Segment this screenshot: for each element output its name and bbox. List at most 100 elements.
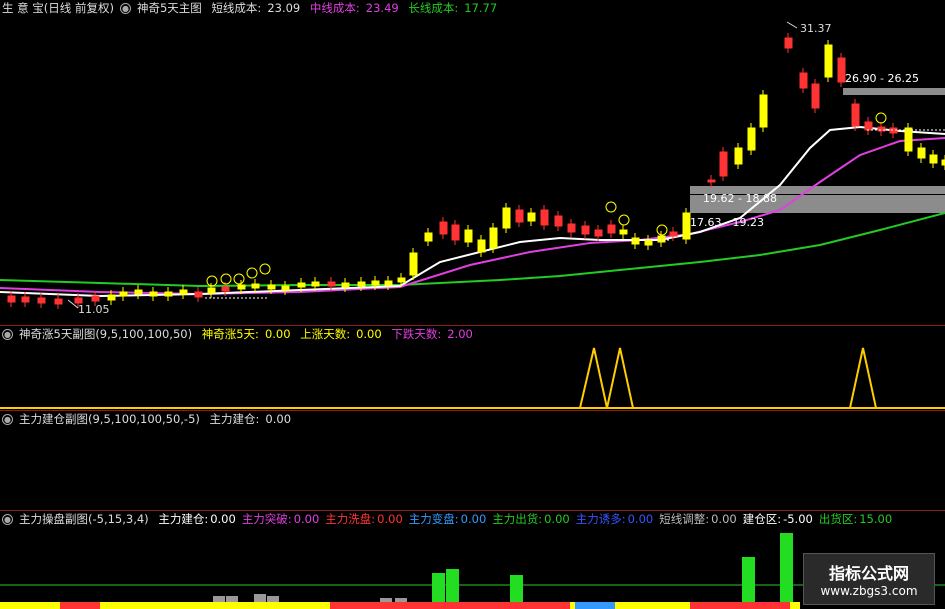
main-chart <box>0 21 945 309</box>
sub3-item-value: 0.00 <box>627 512 654 526</box>
candle-body <box>149 291 158 297</box>
indicator-name: 神奇5天主图 <box>136 1 202 15</box>
sub3-header: ● 主力操盘副图(-5,15,3,4) 主力建仓: 0.00 主力突破: 0.00 主力洗… <box>2 511 898 527</box>
signal-marker-icon <box>605 201 617 213</box>
candle-body <box>489 227 498 249</box>
sub2-a-label: 主力建仓: <box>209 412 260 426</box>
sub2-header: ● 主力建仓副图(9,5,100,100,50,-5) 主力建仓: 0.00 <box>2 411 297 427</box>
candle-body <box>824 44 833 78</box>
long-cost-value: 17.77 <box>464 1 498 15</box>
price-high-label: 31.37 <box>800 22 832 35</box>
candle-body <box>397 277 406 283</box>
candle-body <box>54 298 63 305</box>
sub3-volume-bar <box>780 533 793 602</box>
sub3-base-bar <box>330 602 570 609</box>
candle-body <box>7 295 16 303</box>
sub3-volume-bar <box>446 569 459 602</box>
signal-marker-icon <box>656 224 668 236</box>
candle-body <box>734 147 743 165</box>
candle-body <box>207 287 216 294</box>
main-chart-panel[interactable]: 生 意 宝(日线 前复权) ● 神奇5天主图 短线成本: 23.09 中线成本: 23.… <box>0 0 945 325</box>
candle-body <box>107 294 116 301</box>
candle-body <box>91 295 100 302</box>
sub3-volume-bar <box>510 575 523 602</box>
sub3-volume-bar <box>254 594 266 602</box>
candle-body <box>134 289 143 295</box>
candle-body <box>784 37 793 49</box>
sub1-spike <box>849 347 877 409</box>
high-pointer <box>786 21 798 29</box>
candle-body <box>267 284 276 290</box>
sub2-a-value: 0.00 <box>265 412 292 426</box>
signal-marker-icon <box>246 267 258 279</box>
sub3-item-value: 15.00 <box>859 512 893 526</box>
sub1-spike <box>579 347 634 409</box>
sub3-item-label: 主力洗盘: <box>325 512 376 526</box>
sub3-item-label: 主力突破: <box>241 512 292 526</box>
candle-body <box>237 284 246 290</box>
candle-body <box>631 237 640 245</box>
zone-upper-label: 26.90 - 26.25 <box>845 72 919 85</box>
sub3-item-value: 0.00 <box>377 512 403 526</box>
candle-body <box>799 72 808 89</box>
candle-body <box>515 209 524 223</box>
candle-body <box>619 229 628 235</box>
signal-marker-icon <box>220 273 232 285</box>
candle-body <box>864 121 873 131</box>
signal-marker-icon <box>259 263 271 275</box>
candle-body <box>719 151 728 177</box>
sub3-item-value: 0.00 <box>544 512 570 526</box>
sub3-name: 主力操盘副图(-5,15,3,4) <box>19 512 149 526</box>
sub1-a-value: 0.00 <box>264 327 291 341</box>
candle-body <box>297 282 306 288</box>
sub1-a-label: 神奇涨5天: <box>201 327 259 341</box>
sub-chart-2[interactable]: ● 主力建仓副图(9,5,100,100,50,-5) 主力建仓: 0.00 <box>0 411 945 510</box>
candle-body <box>357 281 366 287</box>
price-low-label: 11.05 <box>78 303 110 316</box>
sub3-item-label: 建仓区: <box>742 512 782 526</box>
long-cost-line <box>0 212 945 288</box>
candle-body <box>682 212 691 240</box>
long-cost-label: 长线成本: <box>408 1 459 15</box>
candle-body <box>251 283 260 289</box>
settings-circle-icon[interactable]: ● <box>2 414 13 425</box>
candle-body <box>21 296 30 303</box>
sub1-header: ● 神奇涨5天副图(9,5,100,100,50) 神奇涨5天: 0.00 上涨天数… <box>2 326 479 342</box>
sub-chart-1[interactable]: ● 神奇涨5天副图(9,5,100,100,50) 神奇涨5天: 0.00 上涨天数… <box>0 326 945 410</box>
candle-body <box>341 282 350 288</box>
sub1-b-label: 上涨天数: <box>300 327 351 341</box>
candle-body <box>311 281 320 287</box>
candle-body <box>409 252 418 276</box>
sub1-name: 神奇涨5天副图(9,5,100,100,50) <box>19 327 193 341</box>
candle-body <box>747 127 756 151</box>
sub1-c-label: 下跌天数: <box>391 327 442 341</box>
signal-marker-icon <box>618 214 630 226</box>
settings-circle-icon[interactable]: ● <box>2 514 13 525</box>
sub3-volume-bar <box>380 598 392 602</box>
short-cost-label: 短线成本: <box>211 1 262 15</box>
sub3-item-value: 0.00 <box>210 512 236 526</box>
candle-body <box>917 147 926 159</box>
sub3-item-value: 0.00 <box>460 512 487 526</box>
candle-body <box>371 280 380 286</box>
signal-marker-icon <box>206 275 218 287</box>
candle-body <box>594 229 603 237</box>
settings-circle-icon[interactable]: ● <box>2 329 13 340</box>
mid-cost-label: 中线成本: <box>309 1 360 15</box>
sub-chart-3[interactable]: ● 主力操盘副图(-5,15,3,4) 主力建仓: 0.00 主力突破: 0.00 主力洗… <box>0 511 945 609</box>
candle-body <box>851 103 860 127</box>
sub1-b-value: 0.00 <box>356 327 382 341</box>
sub3-item-label: 主力出货: <box>492 512 543 526</box>
candle-body <box>179 289 188 295</box>
sub3-item-value: 0.00 <box>711 512 737 526</box>
candle-body <box>581 225 590 235</box>
candle-body <box>554 215 563 227</box>
sub3-volume-bar <box>267 596 279 602</box>
signal-marker-icon <box>233 273 245 285</box>
candle-body <box>502 207 511 229</box>
watermark-badge: 指标公式网 www.zbgs3.com <box>803 553 935 605</box>
sub3-item-label: 主力诱多: <box>575 512 626 526</box>
stock-title: 生 意 宝(日线 前复权) <box>2 1 114 15</box>
sub3-item-value: 0.00 <box>293 512 320 526</box>
settings-circle-icon[interactable]: ● <box>119 3 131 14</box>
